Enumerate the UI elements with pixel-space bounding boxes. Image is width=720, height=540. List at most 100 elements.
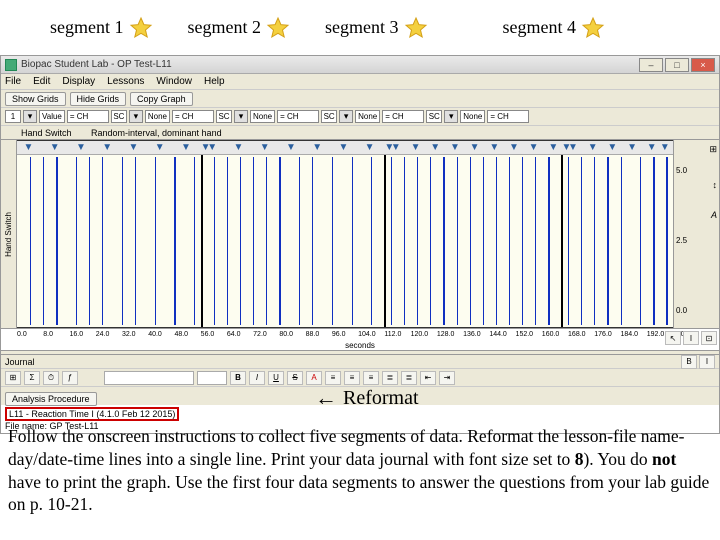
event-marker-icon[interactable]: ▼	[450, 142, 460, 153]
graph-tools: ↖ I ⊡	[665, 331, 717, 345]
event-marker-icon[interactable]: ▼	[489, 142, 499, 153]
journal-italic-button[interactable]: I	[699, 355, 715, 369]
maximize-button[interactable]: □	[665, 58, 689, 72]
event-marker-icon[interactable]: ▼	[312, 142, 322, 153]
journal-title: Journal	[5, 357, 35, 367]
measurement-select[interactable]: None	[355, 110, 380, 123]
channel-num[interactable]: 1	[5, 110, 21, 123]
outdent-icon[interactable]: ⇥	[439, 371, 455, 385]
segment-description: Random-interval, dominant hand	[91, 128, 222, 138]
event-marker-icon[interactable]: ▼	[50, 142, 60, 153]
strike-button[interactable]: S	[287, 371, 303, 385]
graph-toolbar: Show Grids Hide Grids Copy Graph	[1, 90, 719, 108]
menu-display[interactable]: Display	[62, 76, 95, 87]
x-tick: 104.0	[358, 331, 376, 338]
channel-num[interactable]: SC	[216, 110, 232, 123]
graph-plot[interactable]: ▼▼▼▼▼▼▼▼▼▼▼▼▼▼▼▼▼▼▼▼▼▼▼▼▼▼▼▼▼▼▼▼	[17, 140, 673, 328]
event-marker-icon[interactable]: ▼	[411, 142, 421, 153]
titlebar[interactable]: Biopac Student Lab - OP Test-L11 – □ ×	[1, 56, 719, 74]
event-marker-icon[interactable]: ▼	[233, 142, 243, 153]
bold-button[interactable]: B	[230, 371, 246, 385]
segment-3-label: segment 3	[325, 17, 399, 38]
graph-area[interactable]: Hand Switch ▼▼▼▼▼▼▼▼▼▼▼▼▼▼▼▼▼▼▼▼▼▼▼▼▼▼▼▼…	[1, 140, 719, 328]
measurement-select[interactable]: None	[250, 110, 275, 123]
measurement-select[interactable]: None	[145, 110, 170, 123]
data-spike	[253, 157, 254, 325]
grid-icon[interactable]: ⊞	[709, 144, 717, 155]
event-marker-icon[interactable]: ▼	[548, 142, 558, 153]
channel-num[interactable]: SC	[111, 110, 127, 123]
zoom-tool-icon[interactable]: ⊡	[701, 331, 717, 345]
menu-file[interactable]: File	[5, 76, 21, 87]
event-marker-icon[interactable]: ▼	[509, 142, 519, 153]
channel-num[interactable]: SC	[321, 110, 337, 123]
formula-icon[interactable]: ƒ	[62, 371, 78, 385]
list-icon[interactable]: ≣	[401, 371, 417, 385]
y-axis-scale: 5.0 2.5 0.0 ⊞ ↕ A	[673, 140, 719, 328]
x-tick: 80.0	[279, 331, 293, 338]
measurement-select[interactable]: None	[460, 110, 485, 123]
chevron-down-icon[interactable]: ▾	[234, 110, 248, 123]
journal-bold-button[interactable]: B	[681, 355, 697, 369]
underline-button[interactable]: U	[268, 371, 284, 385]
event-marker-icon[interactable]: ▼	[155, 142, 165, 153]
event-marker-icon[interactable]: ▼	[129, 142, 139, 153]
font-select[interactable]	[104, 371, 194, 385]
chevron-down-icon[interactable]: ▾	[444, 110, 458, 123]
marker-row[interactable]: ▼▼▼▼▼▼▼▼▼▼▼▼▼▼▼▼▼▼▼▼▼▼▼▼▼▼▼▼▼▼▼▼	[17, 141, 673, 155]
autoscale-icon[interactable]: ↕	[713, 180, 718, 190]
measurement-select[interactable]: Value	[39, 110, 65, 123]
align-left-icon[interactable]: ≡	[325, 371, 341, 385]
italic-button[interactable]: I	[249, 371, 265, 385]
event-marker-icon[interactable]: ▼	[470, 142, 480, 153]
annotation-icon[interactable]: A	[711, 210, 717, 220]
event-marker-icon[interactable]: ▼	[181, 142, 191, 153]
chevron-down-icon[interactable]: ▾	[23, 110, 37, 123]
clock-icon[interactable]: ⏱	[43, 371, 59, 385]
menu-window[interactable]: Window	[156, 76, 192, 87]
fontsize-select[interactable]	[197, 371, 227, 385]
show-grids-button[interactable]: Show Grids	[5, 92, 66, 106]
sigma-icon[interactable]: Σ	[24, 371, 40, 385]
indent-icon[interactable]: ⇤	[420, 371, 436, 385]
close-button[interactable]: ×	[691, 58, 715, 72]
align-right-icon[interactable]: ≡	[363, 371, 379, 385]
channel-num[interactable]: SC	[426, 110, 442, 123]
align-center-icon[interactable]: ≡	[344, 371, 360, 385]
chevron-down-icon[interactable]: ▾	[339, 110, 353, 123]
event-marker-icon[interactable]: ▼	[338, 142, 348, 153]
event-marker-icon[interactable]: ▼	[588, 142, 598, 153]
event-marker-icon[interactable]: ▼	[391, 142, 401, 153]
event-marker-icon[interactable]: ▼	[24, 142, 34, 153]
menu-edit[interactable]: Edit	[33, 76, 50, 87]
tab-icon[interactable]: ⊞	[5, 371, 21, 385]
event-marker-icon[interactable]: ▼	[627, 142, 637, 153]
menu-lessons[interactable]: Lessons	[107, 76, 144, 87]
x-tick: 112.0	[384, 331, 401, 338]
event-marker-icon[interactable]: ▼	[660, 142, 670, 153]
event-marker-icon[interactable]: ▼	[365, 142, 375, 153]
event-marker-icon[interactable]: ▼	[260, 142, 270, 153]
arrow-tool-icon[interactable]: ↖	[665, 331, 681, 345]
event-marker-icon[interactable]: ▼	[529, 142, 539, 153]
data-spike	[404, 157, 405, 325]
menu-help[interactable]: Help	[204, 76, 225, 87]
event-marker-icon[interactable]: ▼	[430, 142, 440, 153]
chevron-down-icon[interactable]: ▾	[129, 110, 143, 123]
event-marker-icon[interactable]: ▼	[286, 142, 296, 153]
analysis-procedure-button[interactable]: Analysis Procedure	[5, 392, 97, 406]
text-color-icon[interactable]: A	[306, 371, 322, 385]
minimize-button[interactable]: –	[639, 58, 663, 72]
list-icon[interactable]: ≣	[382, 371, 398, 385]
event-marker-icon[interactable]: ▼	[568, 142, 578, 153]
event-marker-icon[interactable]: ▼	[207, 142, 217, 153]
event-marker-icon[interactable]: ▼	[607, 142, 617, 153]
event-marker-icon[interactable]: ▼	[102, 142, 112, 153]
event-marker-icon[interactable]: ▼	[647, 142, 657, 153]
data-spike	[43, 157, 44, 325]
data-spike	[214, 157, 215, 325]
ibeam-tool-icon[interactable]: I	[683, 331, 699, 345]
event-marker-icon[interactable]: ▼	[76, 142, 86, 153]
hide-grids-button[interactable]: Hide Grids	[70, 92, 127, 106]
copy-graph-button[interactable]: Copy Graph	[130, 92, 193, 106]
